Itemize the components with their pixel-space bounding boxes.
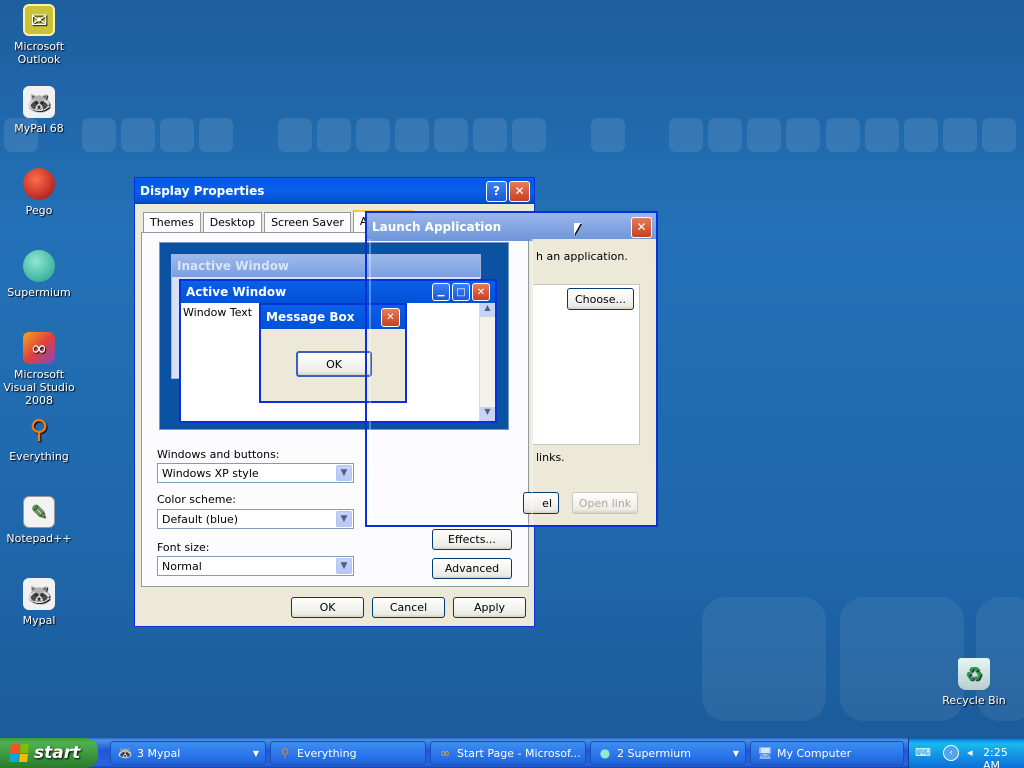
advanced-button[interactable]: Advanced <box>432 558 512 579</box>
desktop-icon-label: Recycle Bin <box>942 694 1006 707</box>
windows-logo-icon <box>9 744 29 762</box>
launch-application-body: h an application. Choose... links. el Op… <box>523 239 656 525</box>
taskbar-item-label: 2 Supermium <box>617 746 691 760</box>
mypal-icon: 🦝 <box>23 86 55 118</box>
desktop-icon-label: Everything <box>9 450 69 463</box>
desktop-icon-supermium[interactable]: Supermium <box>0 250 78 299</box>
desktop-icon-label: Notepad++ <box>6 532 72 545</box>
desktop-icon-label: Pego <box>25 204 53 217</box>
start-button[interactable]: start <box>0 738 98 768</box>
my-computer-icon: 🖥 <box>757 746 773 760</box>
show-hidden-icons-chevron-icon[interactable]: ‹ <box>943 745 959 761</box>
desktop-icon-label: Microsoft Visual Studio 2008 <box>3 368 75 407</box>
desktop-icon-pego[interactable]: Pego <box>0 168 78 217</box>
everything-icon: ⚲ <box>29 414 49 445</box>
keyboard-icon[interactable]: ⌨ <box>915 746 931 759</box>
desktop-icon-notepadpp[interactable]: ✎ Notepad++ <box>0 496 78 545</box>
chevron-down-icon: ▼ <box>336 465 352 481</box>
desktop-icon-label: Mypal <box>22 614 56 627</box>
everything-icon: ⚲ <box>280 746 290 760</box>
windows-buttons-label: Windows and buttons: <box>157 448 280 461</box>
window-title: Display Properties <box>140 184 265 198</box>
font-size-value: Normal <box>162 560 202 573</box>
chevron-down-icon: ▼ <box>732 748 739 758</box>
launch-application-window: Launch Application ✕ h an application. C… <box>365 211 658 527</box>
outlook-icon: ✉ <box>23 4 55 36</box>
taskbar-item-label: 3 Mypal <box>137 746 181 760</box>
visual-studio-icon: ∞ <box>440 746 450 760</box>
tab-desktop[interactable]: Desktop <box>202 212 263 232</box>
start-label: start <box>34 743 81 763</box>
desktop-icon-everything[interactable]: ⚲ Everything <box>0 414 78 464</box>
taskbar-item-my-computer[interactable]: 🖥 My Computer <box>750 741 904 765</box>
apply-button[interactable]: Apply <box>453 597 526 618</box>
mouse-cursor-icon <box>574 223 581 235</box>
intro-text: h an application. <box>536 250 628 263</box>
chevron-down-icon: ▼ <box>252 748 259 758</box>
windows-buttons-select[interactable]: Windows XP style ▼ <box>157 463 354 483</box>
window-title: Launch Application <box>372 220 502 234</box>
choose-button[interactable]: Choose... <box>567 288 634 310</box>
desktop-icon-recycle-bin[interactable]: ♻ Recycle Bin <box>935 658 1013 707</box>
desktop-icon-label: Supermium <box>7 286 71 299</box>
drag-outline <box>369 239 533 525</box>
mypal-icon: 🦝 <box>117 746 133 760</box>
desktop-icon-label: MyPal 68 <box>14 122 64 135</box>
preview-window-text: Window Text <box>183 306 253 319</box>
taskbar-item-label: Start Page - Microsof... <box>457 746 581 760</box>
supermium-icon <box>23 250 55 282</box>
taskbar-item-start-page[interactable]: ∞ Start Page - Microsof... <box>430 741 586 765</box>
ok-button[interactable]: OK <box>291 597 364 618</box>
clock[interactable]: 2:25 AM <box>983 746 1024 768</box>
taskbar-item-mypal[interactable]: 🦝 3 Mypal ▼ <box>110 741 266 765</box>
taskbar-item-label: My Computer <box>777 746 852 760</box>
taskbar-item-everything[interactable]: ⚲ Everything <box>270 741 426 765</box>
tab-screen-saver[interactable]: Screen Saver <box>264 212 351 232</box>
launch-application-titlebar[interactable]: Launch Application ✕ <box>367 213 656 241</box>
desktop-icon-mypal68[interactable]: 🦝 MyPal 68 <box>0 86 78 135</box>
links-text: links. <box>536 451 565 464</box>
open-link-button[interactable]: Open link <box>572 492 638 514</box>
help-button[interactable]: ? <box>486 180 507 202</box>
recycle-bin-icon: ♻ <box>958 658 990 690</box>
close-button[interactable]: ✕ <box>631 216 652 238</box>
notepadpp-icon: ✎ <box>23 496 55 528</box>
taskbar: start 🦝 3 Mypal ▼ ⚲ Everything ∞ Start P… <box>0 738 1024 768</box>
taskbar-item-supermium[interactable]: ● 2 Supermium ▼ <box>590 741 746 765</box>
pego-icon <box>23 168 55 200</box>
preview-message-box-title: Message Box <box>266 310 355 324</box>
mypal-icon: 🦝 <box>23 578 55 610</box>
chevron-down-icon: ▼ <box>336 511 352 527</box>
windows-buttons-value: Windows XP style <box>162 467 259 480</box>
desktop-icon-outlook[interactable]: ✉ Microsoft Outlook <box>0 4 78 66</box>
tab-themes[interactable]: Themes <box>143 212 201 232</box>
visual-studio-icon: ∞ <box>23 332 55 364</box>
cancel-button[interactable]: Cancel <box>372 597 445 618</box>
preview-ok-button: OK <box>296 351 372 377</box>
display-properties-titlebar[interactable]: Display Properties ? ✕ <box>135 178 534 204</box>
font-size-select[interactable]: Normal ▼ <box>157 556 354 576</box>
font-size-label: Font size: <box>157 541 210 554</box>
supermium-icon: ● <box>599 746 611 760</box>
volume-icon[interactable]: ◂ <box>967 746 973 759</box>
desktop-icon-visual-studio[interactable]: ∞ Microsoft Visual Studio 2008 <box>0 332 78 407</box>
desktop-icon-label: Microsoft Outlook <box>13 40 65 66</box>
effects-button[interactable]: Effects... <box>432 529 512 550</box>
system-tray: ⌨ ‹ ◂ 2:25 AM <box>908 738 1024 768</box>
chevron-down-icon: ▼ <box>336 558 352 574</box>
color-scheme-label: Color scheme: <box>157 493 236 506</box>
desktop-icon-mypal[interactable]: 🦝 Mypal <box>0 578 78 627</box>
taskbar-item-label: Everything <box>297 746 357 760</box>
color-scheme-value: Default (blue) <box>162 513 239 526</box>
color-scheme-select[interactable]: Default (blue) ▼ <box>157 509 354 529</box>
close-button[interactable]: ✕ <box>509 180 530 202</box>
